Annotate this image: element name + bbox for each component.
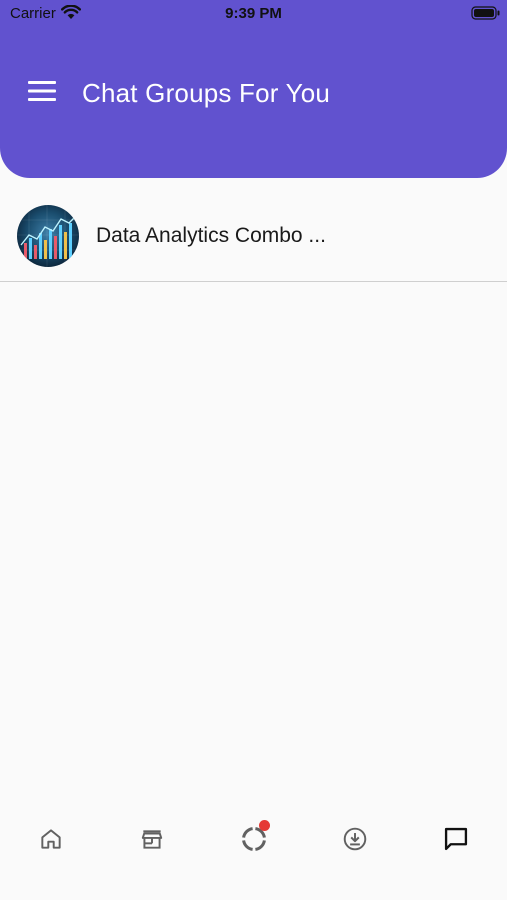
app-header: Carrier 9:39 PM Chat Groups For You [0,0,507,178]
nav-downloads[interactable] [328,814,382,868]
home-icon [38,826,64,857]
chat-group-item[interactable]: Data Analytics Combo ... [0,178,507,282]
nav-home[interactable] [24,814,78,868]
nav-store[interactable] [125,814,179,868]
download-icon [342,826,368,857]
battery-icon [471,6,501,25]
status-bar: Carrier 9:39 PM [0,0,507,28]
status-time: 9:39 PM [225,5,282,22]
group-avatar [17,205,79,267]
page-title: Chat Groups For You [82,78,331,108]
chat-icon [442,825,470,858]
bottom-navigation [0,810,507,872]
hamburger-menu-icon [27,80,57,107]
nav-progress[interactable] [227,814,281,868]
nav-chat[interactable] [429,814,483,868]
chat-group-list: Data Analytics Combo ... [0,178,507,282]
store-icon [139,826,165,857]
notification-dot [258,820,270,831]
group-name: Data Analytics Combo ... [96,224,326,247]
menu-button[interactable] [26,80,58,106]
